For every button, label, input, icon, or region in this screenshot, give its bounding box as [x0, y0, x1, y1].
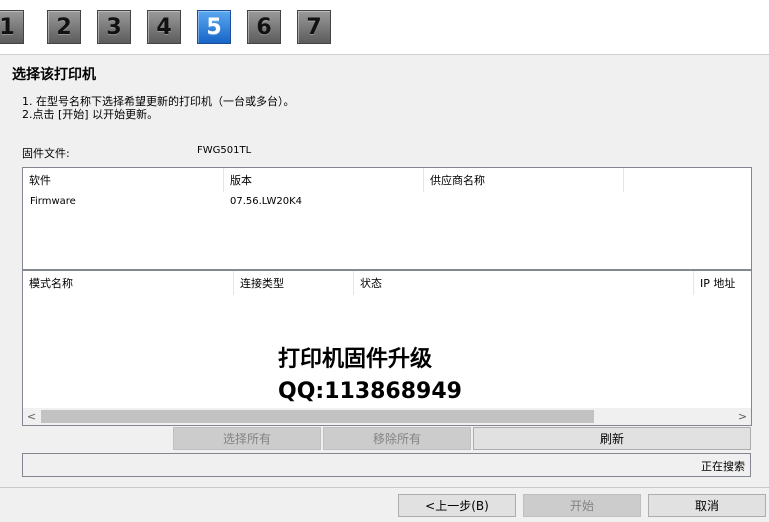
back-button[interactable]: <上一步(B)	[398, 494, 516, 517]
status-text: 正在搜索	[701, 460, 745, 473]
page-title: 选择该打印机	[12, 67, 96, 83]
step-2-label: 2	[56, 14, 72, 40]
step-3-label: 3	[106, 14, 122, 40]
column-header-ip-address[interactable]: IP 地址	[694, 271, 751, 295]
step-7: 7	[297, 10, 331, 44]
printer-table[interactable]: 模式名称 连接类型 状态 IP 地址 打印机固件升级 QQ:113868949 …	[22, 270, 752, 426]
firmware-file-value: FWG501TL	[197, 145, 252, 156]
version-cell: 07.56.LW20K4	[230, 196, 302, 207]
software-cell: Firmware	[30, 196, 76, 207]
column-header-version-label: 版本	[230, 174, 252, 187]
column-header-ip-address-label: IP 地址	[700, 277, 736, 290]
scrollbar-thumb[interactable]	[41, 410, 594, 423]
watermark-title: 打印机固件升级	[278, 347, 433, 372]
column-header-status-label: 状态	[360, 277, 382, 290]
column-header-model-name-label: 模式名称	[29, 277, 73, 290]
firmware-file-label: 固件文件:	[22, 147, 70, 160]
scroll-right-icon[interactable]: >	[734, 408, 751, 425]
horizontal-scrollbar[interactable]: < >	[23, 408, 751, 425]
column-header-model-name[interactable]: 模式名称	[23, 271, 234, 295]
column-header-software[interactable]: 软件	[23, 168, 224, 192]
refresh-button[interactable]: 刷新	[473, 427, 751, 450]
step-1-label: 1	[0, 14, 15, 40]
step-3: 3	[97, 10, 131, 44]
column-header-status[interactable]: 状态	[354, 271, 694, 295]
status-bar: 正在搜索	[22, 453, 751, 477]
cancel-button[interactable]: 取消	[648, 494, 766, 517]
column-header-version[interactable]: 版本	[224, 168, 424, 192]
step-7-label: 7	[306, 14, 322, 40]
step-2: 2	[47, 10, 81, 44]
step-bar: 1 2 3 4 5 6 7	[0, 0, 769, 55]
start-button[interactable]: 开始	[523, 494, 641, 517]
column-header-connection-type-label: 连接类型	[240, 277, 284, 290]
column-header-software-label: 软件	[29, 174, 51, 187]
remove-all-button[interactable]: 移除所有	[323, 427, 471, 450]
watermark-qq: QQ:113868949	[278, 379, 462, 404]
step-1: 1	[0, 10, 24, 44]
footer-divider	[0, 487, 769, 488]
column-header-vendor[interactable]: 供应商名称	[424, 168, 624, 192]
software-table[interactable]: 软件 版本 供应商名称 Firmware 07.56.LW20K4	[22, 167, 752, 270]
select-all-button[interactable]: 选择所有	[173, 427, 321, 450]
step-5-active: 5	[197, 10, 231, 44]
column-header-vendor-label: 供应商名称	[430, 174, 485, 187]
scroll-left-icon[interactable]: <	[23, 408, 40, 425]
step-5-label: 5	[206, 14, 222, 40]
column-header-connection-type[interactable]: 连接类型	[234, 271, 354, 295]
step-6: 6	[247, 10, 281, 44]
step-4: 4	[147, 10, 181, 44]
step-6-label: 6	[256, 14, 272, 40]
step-4-label: 4	[156, 14, 172, 40]
instruction-2: 2.点击 [开始] 以开始更新。	[22, 108, 159, 121]
